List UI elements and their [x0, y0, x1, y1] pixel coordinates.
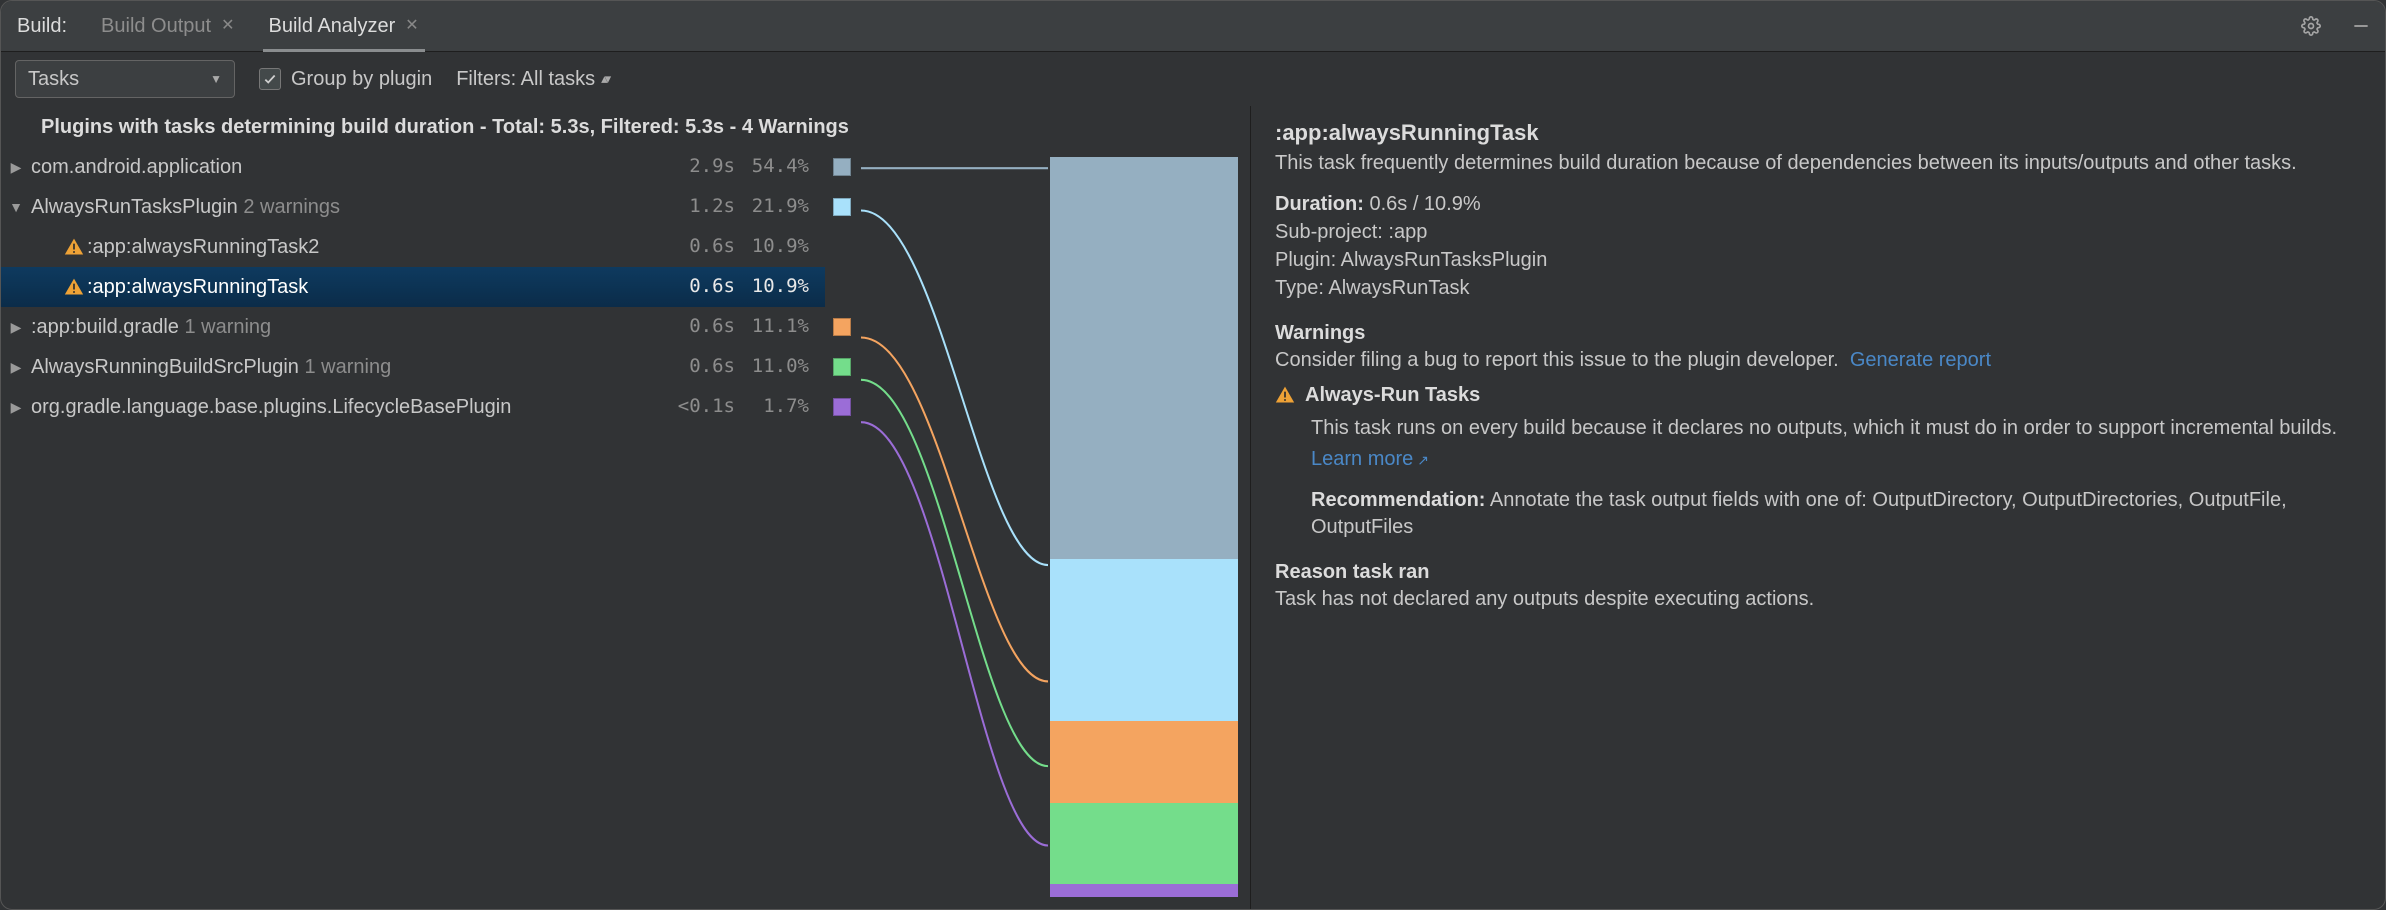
swatch-column	[825, 147, 861, 909]
group-by-plugin-checkbox[interactable]: Group by plugin	[259, 66, 432, 93]
filters-dropdown[interactable]: Filters: All tasks ▴▾	[456, 66, 608, 93]
tabbar-label: Build:	[11, 13, 73, 40]
external-link-icon: ↗	[1417, 452, 1429, 468]
chevron-down-icon: ▼	[210, 71, 222, 87]
warning-icon	[1275, 385, 1295, 405]
reason-header: Reason task ran	[1275, 561, 1430, 583]
tree-row[interactable]: :app:alwaysRunningTask 0.6s10.9%	[1, 267, 825, 307]
detail-title: :app:alwaysRunningTask	[1275, 118, 2361, 148]
tree-row[interactable]: ▶ AlwaysRunningBuildSrcPlugin 1 warning …	[1, 347, 825, 387]
color-swatch	[833, 198, 851, 216]
tree-row[interactable]: ▶ org.gradle.language.base.plugins.Lifec…	[1, 387, 825, 427]
plugin-tree: ▶ com.android.application 2.9s54.4% ▼ Al…	[1, 147, 825, 909]
view-selector-value: Tasks	[28, 66, 79, 93]
tab-label: Build Analyzer	[269, 13, 396, 40]
bar-segment[interactable]	[1050, 721, 1238, 803]
tab-build-analyzer[interactable]: Build Analyzer ✕	[263, 1, 425, 51]
chevron-right-icon[interactable]: ▶	[1, 318, 31, 337]
color-swatch	[833, 318, 851, 336]
group-by-plugin-label: Group by plugin	[291, 66, 432, 93]
bar-segment[interactable]	[1050, 559, 1238, 721]
warning-icon	[61, 237, 87, 257]
color-swatch	[833, 398, 851, 416]
tabbar: Build: Build Output ✕ Build Analyzer ✕	[1, 1, 2385, 51]
bar-segment[interactable]	[1050, 803, 1238, 884]
color-swatch	[833, 358, 851, 376]
bar-segment[interactable]	[1050, 884, 1238, 897]
tree-row[interactable]: ▶ :app:build.gradle 1 warning 0.6s11.1%	[1, 307, 825, 347]
duration-stacked-bar	[1050, 147, 1250, 909]
view-selector[interactable]: Tasks ▼	[15, 60, 235, 98]
tree-row[interactable]: ▼ AlwaysRunTasksPlugin 2 warnings 1.2s21…	[1, 187, 825, 227]
tab-build-output[interactable]: Build Output ✕	[95, 1, 240, 51]
learn-more-link[interactable]: Learn more↗	[1311, 448, 1429, 470]
close-icon[interactable]: ✕	[221, 15, 234, 37]
warnings-header: Warnings	[1275, 322, 1365, 344]
gear-icon[interactable]	[2297, 12, 2325, 40]
tree-row[interactable]: :app:alwaysRunningTask2 0.6s10.9%	[1, 227, 825, 267]
detail-lead: This task frequently determines build du…	[1275, 150, 2361, 177]
color-swatch	[833, 158, 851, 176]
tab-label: Build Output	[101, 13, 211, 40]
bar-segment[interactable]	[1050, 157, 1238, 559]
plugins-header: Plugins with tasks determining build dur…	[1, 106, 1250, 147]
chevron-right-icon[interactable]: ▶	[1, 358, 31, 377]
minimize-icon[interactable]	[2347, 12, 2375, 40]
close-icon[interactable]: ✕	[405, 15, 418, 37]
warning-icon	[61, 277, 87, 297]
always-run-header: Always-Run Tasks	[1305, 382, 1480, 409]
chevron-right-icon[interactable]: ▶	[1, 398, 31, 417]
chevron-right-icon[interactable]: ▶	[1, 158, 31, 177]
tree-row[interactable]: ▶ com.android.application 2.9s54.4%	[1, 147, 825, 187]
chevron-down-icon[interactable]: ▼	[1, 198, 31, 217]
toolbar: Tasks ▼ Group by plugin Filters: All tas…	[1, 52, 2385, 106]
updown-icon: ▴▾	[601, 70, 608, 88]
chart-connectors	[861, 147, 1050, 909]
filters-label: Filters: All tasks	[456, 66, 595, 93]
generate-report-link[interactable]: Generate report	[1850, 349, 1991, 371]
detail-panel: :app:alwaysRunningTask This task frequen…	[1251, 106, 2385, 909]
